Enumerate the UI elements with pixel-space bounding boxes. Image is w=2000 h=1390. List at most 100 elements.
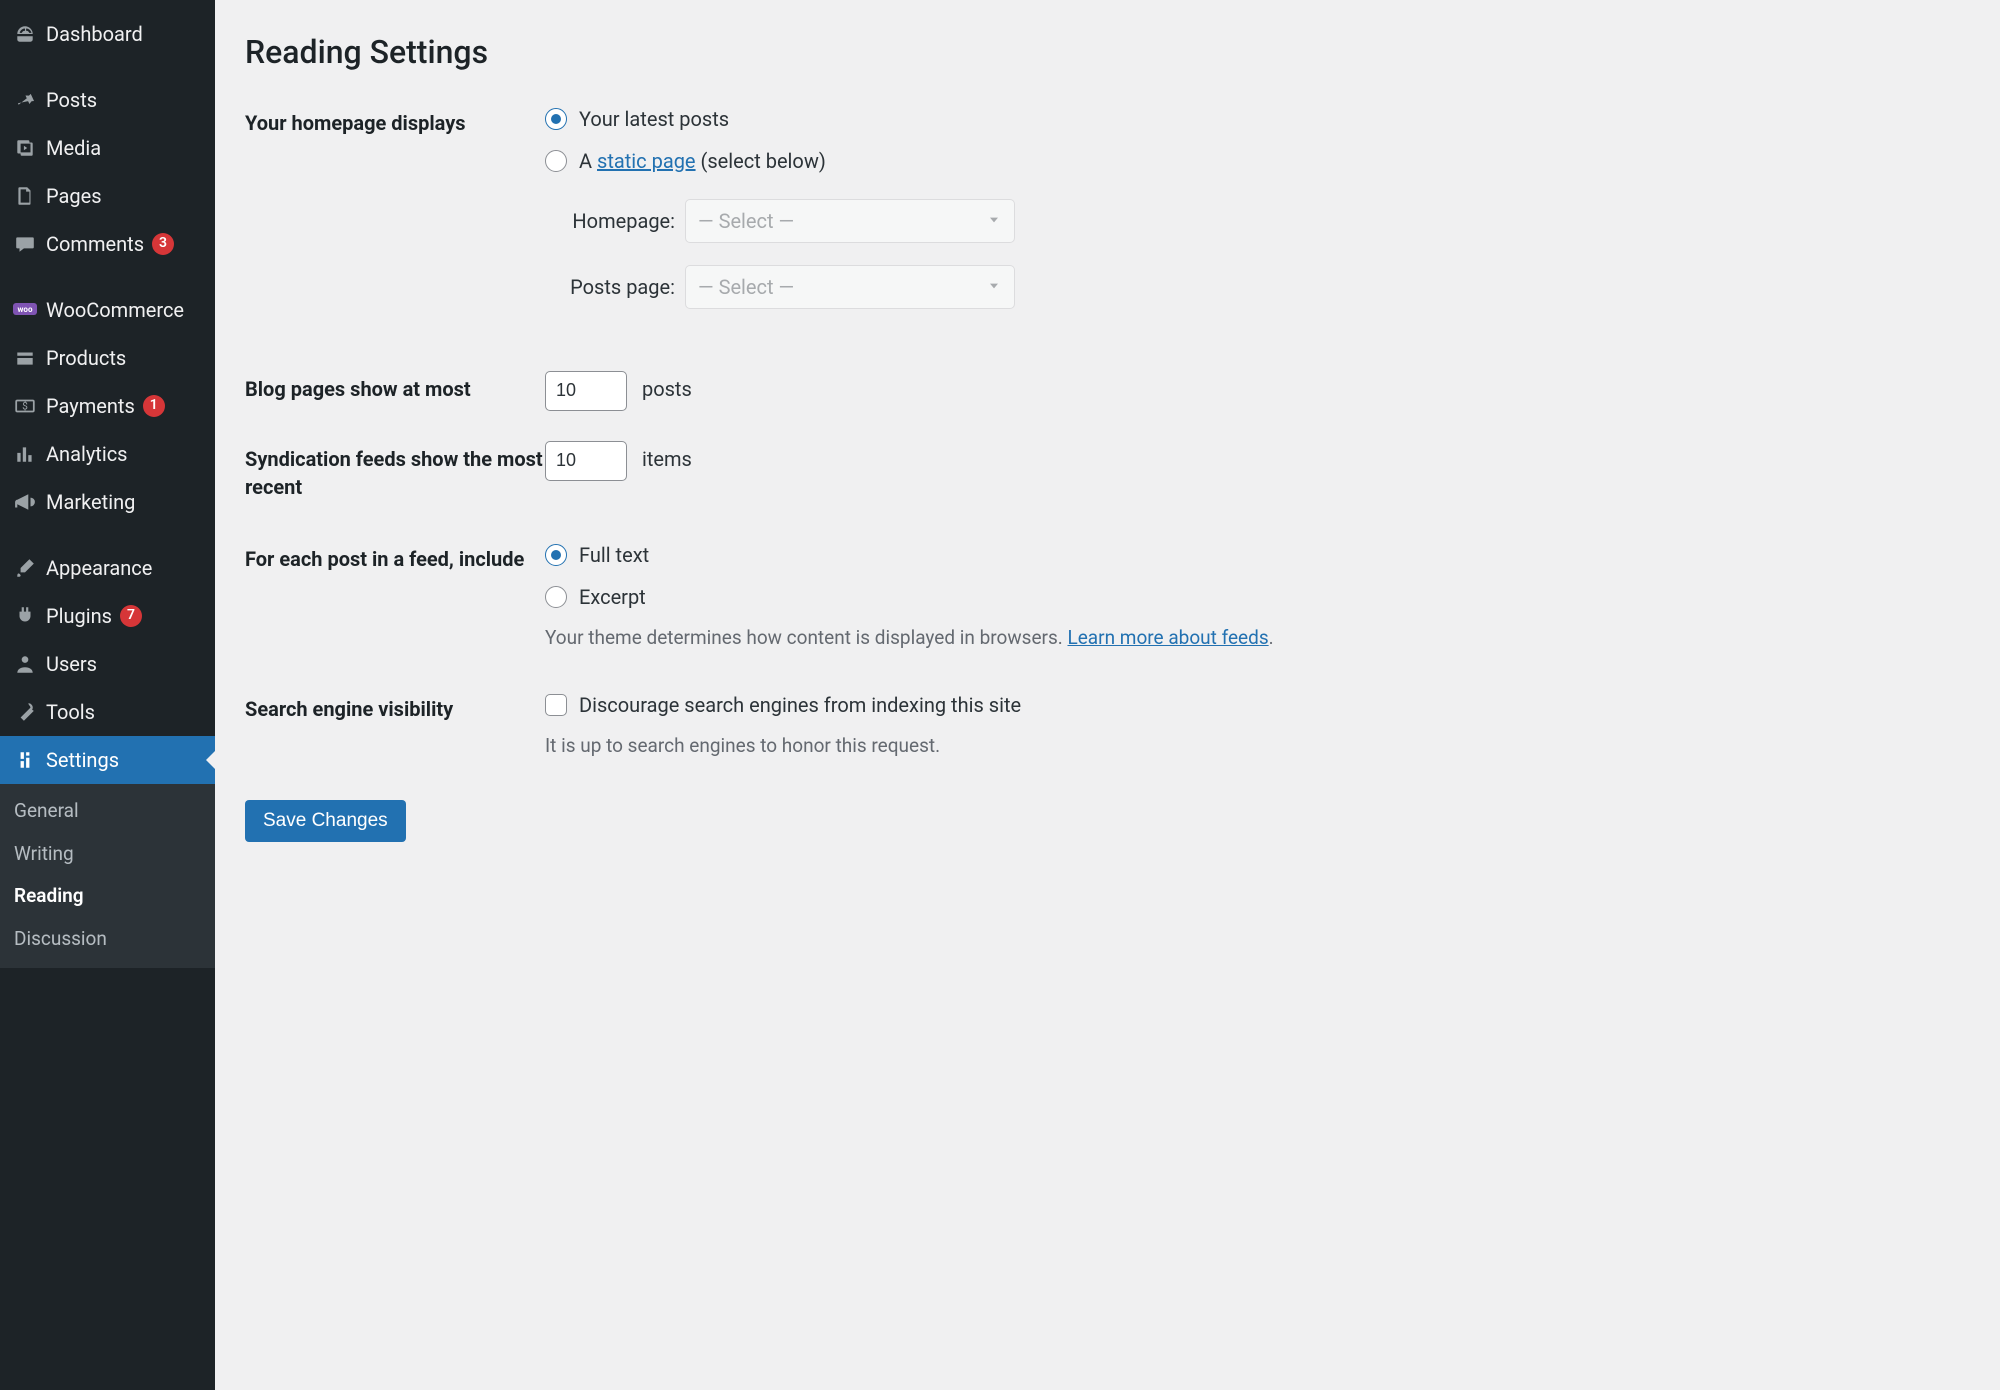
homepage-select-label: Homepage: [545, 207, 675, 235]
sidebar-item-woocommerce[interactable]: woo WooCommerce [0, 286, 215, 334]
analytics-icon [12, 441, 38, 467]
sidebar-item-label: Comments [46, 230, 144, 258]
discourage-index-checkbox[interactable] [545, 694, 567, 716]
text: . [1269, 626, 1274, 649]
radio-label: Your latest posts [579, 105, 729, 133]
radio-label: Full text [579, 541, 649, 569]
sidebar-item-pages[interactable]: Pages [0, 172, 215, 220]
radio-full-text-input[interactable] [545, 544, 567, 566]
radio-latest-posts-input[interactable] [545, 108, 567, 130]
chevron-down-icon [986, 207, 1002, 235]
dashboard-icon [12, 21, 38, 47]
checkbox-label: Discourage search engines from indexing … [579, 691, 1021, 719]
sidebar-item-label: Settings [46, 746, 119, 774]
sidebar-item-plugins[interactable]: Plugins 7 [0, 592, 215, 640]
seo-heading: Search engine visibility [245, 691, 545, 723]
radio-full-text[interactable]: Full text [545, 541, 1970, 569]
homepage-select[interactable]: — Select — [685, 199, 1015, 243]
pin-icon [12, 87, 38, 113]
sidebar-item-label: Dashboard [46, 20, 143, 48]
text: A [579, 149, 597, 173]
radio-static-page-input[interactable] [545, 150, 567, 172]
items-suffix: items [642, 447, 692, 471]
sidebar-item-label: Tools [46, 698, 95, 726]
chevron-down-icon [986, 273, 1002, 301]
radio-label: A static page (select below) [579, 147, 826, 175]
select-placeholder: — Select — [698, 273, 794, 301]
sidebar-item-posts[interactable]: Posts [0, 76, 215, 124]
sidebar-item-payments[interactable]: $ Payments 1 [0, 382, 215, 430]
main-content: Reading Settings Your homepage displays … [215, 0, 2000, 1390]
sidebar-item-label: WooCommerce [46, 296, 184, 324]
comments-count-badge: 3 [152, 233, 174, 255]
radio-excerpt-input[interactable] [545, 586, 567, 608]
svg-text:woo: woo [18, 305, 33, 314]
payments-count-badge: 1 [143, 395, 165, 417]
feed-description: Your theme determines how content is dis… [545, 625, 1970, 652]
comment-icon [12, 231, 38, 257]
page-title: Reading Settings [245, 30, 1970, 75]
sidebar-item-label: Media [46, 134, 101, 162]
settings-icon [12, 747, 38, 773]
sidebar-item-label: Posts [46, 86, 97, 114]
brush-icon [12, 555, 38, 581]
payments-icon: $ [12, 393, 38, 419]
user-icon [12, 651, 38, 677]
sidebar-item-settings[interactable]: Settings [0, 736, 215, 784]
posts-per-page-input[interactable] [545, 371, 627, 411]
admin-sidebar: Dashboard Posts Media Pages Comments 3 w… [0, 0, 215, 1390]
posts-suffix: posts [642, 377, 692, 401]
settings-form: Your homepage displays Your latest posts… [245, 105, 1970, 842]
products-icon [12, 345, 38, 371]
feed-content-heading: For each post in a feed, include [245, 541, 545, 573]
static-page-link[interactable]: static page [597, 149, 696, 173]
submenu-item-general[interactable]: General [0, 790, 215, 833]
wrench-icon [12, 699, 38, 725]
megaphone-icon [12, 489, 38, 515]
radio-excerpt[interactable]: Excerpt [545, 583, 1970, 611]
discourage-index-checkbox-row[interactable]: Discourage search engines from indexing … [545, 691, 1970, 719]
sidebar-item-media[interactable]: Media [0, 124, 215, 172]
text: (select below) [696, 149, 826, 173]
svg-text:$: $ [22, 401, 28, 412]
sidebar-item-comments[interactable]: Comments 3 [0, 220, 215, 268]
sidebar-item-users[interactable]: Users [0, 640, 215, 688]
radio-latest-posts[interactable]: Your latest posts [545, 105, 1970, 133]
sidebar-item-label: Appearance [46, 554, 152, 582]
sidebar-item-dashboard[interactable]: Dashboard [0, 10, 215, 58]
sidebar-item-label: Analytics [46, 440, 128, 468]
save-changes-button[interactable]: Save Changes [245, 800, 406, 842]
sidebar-item-analytics[interactable]: Analytics [0, 430, 215, 478]
text: Your theme determines how content is dis… [545, 626, 1068, 649]
posts-per-rss-input[interactable] [545, 441, 627, 481]
submenu-item-discussion[interactable]: Discussion [0, 918, 215, 961]
submenu-item-reading[interactable]: Reading [0, 875, 215, 918]
radio-label: Excerpt [579, 583, 646, 611]
blog-pages-heading: Blog pages show at most [245, 371, 545, 403]
select-placeholder: — Select — [698, 207, 794, 235]
sidebar-item-appearance[interactable]: Appearance [0, 544, 215, 592]
homepage-displays-heading: Your homepage displays [245, 105, 545, 137]
sidebar-item-label: Pages [46, 182, 102, 210]
sidebar-item-label: Payments [46, 392, 135, 420]
posts-page-select[interactable]: — Select — [685, 265, 1015, 309]
pages-icon [12, 183, 38, 209]
plugins-count-badge: 7 [120, 605, 142, 627]
sidebar-item-marketing[interactable]: Marketing [0, 478, 215, 526]
sidebar-item-label: Users [46, 650, 97, 678]
syndication-heading: Syndication feeds show the most recent [245, 441, 545, 501]
radio-static-page[interactable]: A static page (select below) [545, 147, 1970, 175]
plug-icon [12, 603, 38, 629]
posts-page-select-label: Posts page: [545, 273, 675, 301]
submenu-item-writing[interactable]: Writing [0, 833, 215, 876]
seo-description: It is up to search engines to honor this… [545, 733, 1970, 760]
settings-submenu: General Writing Reading Discussion [0, 784, 215, 968]
learn-more-feeds-link[interactable]: Learn more about feeds [1068, 626, 1269, 649]
sidebar-item-label: Plugins [46, 602, 112, 630]
sidebar-item-products[interactable]: Products [0, 334, 215, 382]
sidebar-item-tools[interactable]: Tools [0, 688, 215, 736]
woocommerce-icon: woo [12, 297, 38, 323]
sidebar-item-label: Marketing [46, 488, 135, 516]
media-icon [12, 135, 38, 161]
sidebar-item-label: Products [46, 344, 126, 372]
